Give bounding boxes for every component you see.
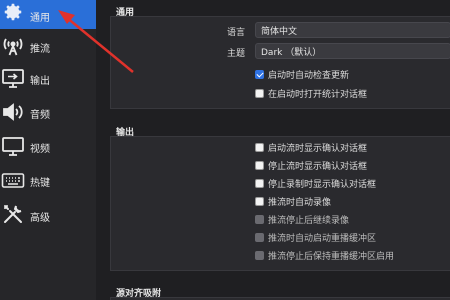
display-monitor-icon — [0, 133, 26, 159]
output-option-checkbox[interactable] — [255, 196, 264, 206]
gear-icon — [0, 0, 26, 25]
sidebar-item-hotkeys[interactable]: 热键 — [0, 163, 96, 197]
speaker-icon — [0, 99, 26, 125]
sidebar-item-label: 推流 — [30, 44, 50, 55]
output-option-label: 启动流时显示确认对话框 — [268, 143, 368, 154]
output-option-checkbox[interactable] — [255, 160, 264, 170]
sidebar-item-output[interactable]: 输出 — [0, 61, 96, 95]
settings-sidebar: 通用 推流 输出 音频 视频 热键 高级 — [0, 0, 96, 300]
open-stats-checkbox[interactable] — [255, 88, 264, 98]
output-option-label: 推流停止后保持重播缓冲区启用 — [268, 251, 395, 262]
check-updates-checkbox[interactable] — [255, 69, 264, 79]
output-option-checkbox — [255, 214, 264, 224]
sidebar-item-label: 高级 — [30, 213, 50, 224]
tools-icon — [0, 201, 26, 227]
output-option[interactable]: 停止流时显示确认对话框 — [255, 158, 367, 172]
output-option-checkbox[interactable] — [255, 142, 264, 152]
sidebar-item-label: 视频 — [30, 144, 50, 155]
sidebar-item-label: 通用 — [30, 13, 50, 24]
output-option-label: 推流时自动录像 — [268, 197, 332, 208]
check-updates-option[interactable]: 启动时自动检查更新 — [255, 67, 349, 81]
sidebar-item-video[interactable]: 视频 — [0, 129, 96, 163]
output-option-label: 停止录制时显示确认对话框 — [268, 179, 377, 190]
output-option-checkbox[interactable] — [255, 178, 264, 188]
output-option-disabled: 推流停止后保持重播缓冲区启用 — [255, 248, 394, 262]
language-select[interactable]: 简体中文 — [255, 22, 450, 38]
broadcast-antenna-icon — [0, 32, 26, 58]
theme-select[interactable]: Dark （默认） — [255, 43, 450, 59]
output-option-disabled: 推流停止后继续录像 — [255, 212, 349, 226]
output-option-checkbox — [255, 250, 264, 260]
output-option[interactable]: 停止录制时显示确认对话框 — [255, 176, 376, 190]
sidebar-item-label: 音频 — [30, 110, 50, 121]
output-option-checkbox — [255, 232, 264, 242]
sidebar-item-general[interactable]: 通用 — [0, 0, 96, 29]
output-option-label: 推流停止后继续录像 — [268, 215, 350, 226]
open-stats-label: 在启动时打开统计对话框 — [268, 89, 368, 100]
group-general: 语言 简体中文 主题 Dark （默认） 启动时自动检查更新 在启动时打开统计对… — [110, 16, 450, 109]
output-option[interactable]: 推流时自动录像 — [255, 194, 331, 208]
sidebar-item-label: 热键 — [30, 178, 50, 189]
theme-label: 主题 — [226, 49, 245, 59]
group-output: 启动流时显示确认对话框 停止流时显示确认对话框 停止录制时显示确认对话框 推流时… — [110, 136, 450, 271]
sidebar-item-advanced[interactable]: 高级 — [0, 197, 96, 231]
output-monitor-icon — [0, 65, 26, 91]
output-option[interactable]: 启动流时显示确认对话框 — [255, 140, 367, 154]
sidebar-item-label: 输出 — [30, 76, 50, 87]
output-option-label: 推流时自动启动重播缓冲区 — [268, 233, 377, 244]
output-option-label: 停止流时显示确认对话框 — [268, 161, 368, 172]
check-updates-label: 启动时自动检查更新 — [268, 70, 350, 81]
keyboard-icon — [0, 168, 26, 194]
settings-content: 通用 语言 简体中文 主题 Dark （默认） 启动时自动检查更新 在启动时打开… — [96, 0, 450, 300]
language-label: 语言 — [226, 28, 245, 38]
sidebar-item-audio[interactable]: 音频 — [0, 95, 96, 129]
open-stats-option[interactable]: 在启动时打开统计对话框 — [255, 86, 367, 100]
output-option-disabled: 推流时自动启动重播缓冲区 — [255, 230, 376, 244]
sidebar-item-stream[interactable]: 推流 — [0, 29, 96, 63]
